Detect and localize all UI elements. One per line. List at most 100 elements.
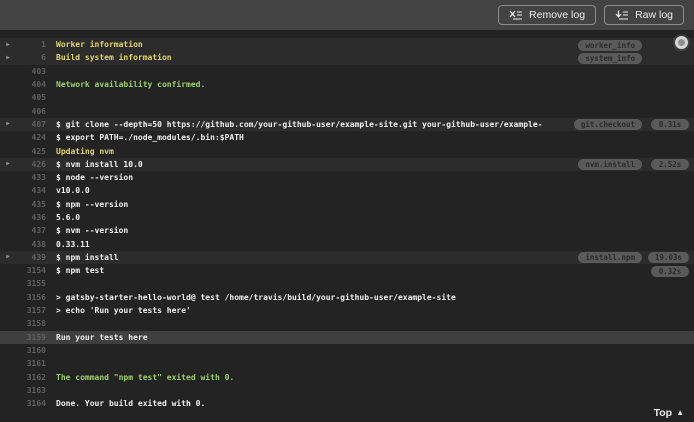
fold-toggle-icon[interactable]: ▶ — [0, 54, 16, 61]
duration-badge: 0.31s — [651, 119, 689, 131]
log-row[interactable]: 425 Updating nvm — [0, 144, 694, 157]
line-number[interactable]: 6 — [16, 53, 46, 62]
line-number[interactable]: 3163 — [16, 386, 46, 395]
fold-name-badge: install.npm — [578, 252, 642, 264]
log-row[interactable]: 437 $ nvm --version — [0, 224, 694, 237]
duration-badge: 2.52s — [651, 159, 689, 171]
line-number[interactable]: 406 — [16, 107, 46, 116]
log-row[interactable]: 406 — [0, 104, 694, 117]
log-line-text: Done. Your build exited with 0. — [56, 399, 206, 409]
log-line-text: 5.6.0 — [56, 213, 81, 222]
line-number[interactable]: 439 — [16, 253, 46, 262]
log-row[interactable]: 3159 Run your tests here — [0, 330, 694, 344]
scroll-follow-indicator[interactable] — [675, 36, 688, 49]
raw-log-label: Raw log — [635, 8, 673, 21]
log-row[interactable]: 3154 $ npm test 0.32s — [0, 264, 694, 277]
log-row[interactable]: 3162 The command "npm test" exited with … — [0, 370, 694, 383]
log-row[interactable]: 434 v10.0.0 — [0, 184, 694, 197]
log-line-text: $ npm install — [56, 252, 119, 262]
line-number[interactable]: 3157 — [16, 306, 46, 315]
log-line-text: $ nvm --version — [56, 226, 129, 236]
log-line-text: $ git clone --depth=50 https://github.co… — [56, 119, 543, 129]
log-row[interactable]: 3157 > echo 'Run your tests here' — [0, 304, 694, 317]
log-line-text: Worker information — [56, 40, 143, 50]
log-toolbar: Remove log Raw log — [0, 0, 694, 30]
log-row[interactable]: 433 $ node --version — [0, 171, 694, 184]
log-line-text: Updating nvm — [56, 146, 114, 156]
log-row[interactable]: ▶ 439 $ npm install install.npm 19.03s — [0, 250, 694, 265]
line-number[interactable]: 3158 — [16, 319, 46, 328]
fold-name-badge: git.checkout — [573, 119, 642, 131]
fold-name-badge: worker_info — [578, 39, 642, 51]
log-line-text: Network availability confirmed. — [56, 80, 206, 90]
log-line-text: The command "npm test" exited with 0. — [56, 372, 235, 382]
scroll-to-top-link[interactable]: Top ▲ — [654, 407, 684, 419]
log-row[interactable]: 438 0.33.11 — [0, 237, 694, 250]
log-rows: ▶ 1 Worker information worker_info ▶ 6 B… — [0, 38, 694, 410]
line-number[interactable]: 3164 — [16, 399, 46, 408]
log-line-text: $ nvm install 10.0 — [56, 159, 143, 169]
log-row[interactable]: 3156 > gatsby-starter-hello-world@ test … — [0, 291, 694, 304]
build-log: ▶ 1 Worker information worker_info ▶ 6 B… — [0, 30, 694, 422]
line-number[interactable]: 1 — [16, 40, 46, 49]
log-line-text: > echo 'Run your tests here' — [56, 306, 191, 316]
log-row[interactable]: 3158 — [0, 317, 694, 330]
line-number[interactable]: 438 — [16, 240, 46, 249]
fold-toggle-icon[interactable]: ▶ — [0, 161, 16, 167]
fold-toggle-icon[interactable]: ▶ — [0, 254, 16, 260]
log-line-text: $ export PATH=./node_modules/.bin:$PATH — [56, 133, 244, 143]
log-line-text: v10.0.0 — [56, 186, 90, 196]
line-number[interactable]: 435 — [16, 200, 46, 209]
remove-log-label: Remove log — [529, 8, 586, 21]
log-row[interactable]: 3160 — [0, 344, 694, 357]
line-number[interactable]: 3162 — [16, 373, 46, 382]
line-number[interactable]: 3159 — [16, 333, 46, 342]
log-row[interactable]: 404 Network availability confirmed. — [0, 78, 694, 91]
log-row[interactable]: ▶ 407 $ git clone --depth=50 https://git… — [0, 117, 694, 132]
fold-toggle-icon[interactable]: ▶ — [0, 121, 16, 127]
log-row[interactable]: 405 — [0, 91, 694, 104]
log-row[interactable]: 3163 — [0, 384, 694, 397]
line-number[interactable]: 3160 — [16, 346, 46, 355]
line-number[interactable]: 425 — [16, 147, 46, 156]
line-number[interactable]: 407 — [16, 120, 46, 129]
line-number[interactable]: 426 — [16, 160, 46, 169]
remove-log-button[interactable]: Remove log — [498, 4, 597, 26]
log-line-text: 0.33.11 — [56, 239, 90, 249]
fold-name-badge: nvm.install — [578, 159, 642, 171]
log-row[interactable]: 435 $ npm --version — [0, 198, 694, 211]
line-number[interactable]: 436 — [16, 213, 46, 222]
line-number[interactable]: 437 — [16, 226, 46, 235]
log-line-text: Run your tests here — [56, 332, 148, 342]
line-number[interactable]: 404 — [16, 80, 46, 89]
top-link-label: Top — [653, 407, 673, 419]
log-row[interactable]: ▶ 1 Worker information worker_info — [0, 38, 694, 52]
log-row[interactable]: 403 — [0, 65, 694, 78]
fold-toggle-icon[interactable]: ▶ — [0, 41, 16, 48]
log-line-text: Build system information — [56, 53, 172, 63]
log-row[interactable]: 3164 Done. Your build exited with 0. — [0, 397, 694, 410]
line-number[interactable]: 3155 — [16, 279, 46, 288]
log-row[interactable]: 436 5.6.0 — [0, 211, 694, 224]
log-row[interactable]: 3161 — [0, 357, 694, 370]
line-number[interactable]: 434 — [16, 186, 46, 195]
log-row[interactable]: ▶ 426 $ nvm install 10.0 nvm.install 2.52… — [0, 157, 694, 171]
caret-up-icon: ▲ — [676, 408, 684, 417]
duration-badge: 19.03s — [647, 252, 689, 264]
line-number[interactable]: 3154 — [16, 266, 46, 275]
line-number[interactable]: 405 — [16, 93, 46, 102]
log-row[interactable]: 424 $ export PATH=./node_modules/.bin:$P… — [0, 131, 694, 144]
log-row[interactable]: 3155 — [0, 277, 694, 290]
line-number[interactable]: 3156 — [16, 293, 46, 302]
raw-log-icon — [615, 10, 629, 20]
log-row[interactable]: ▶ 6 Build system information system_info — [0, 51, 694, 65]
raw-log-button[interactable]: Raw log — [604, 4, 684, 26]
line-number[interactable]: 424 — [16, 133, 46, 142]
line-number[interactable]: 3161 — [16, 359, 46, 368]
duration-badge: 0.32s — [651, 265, 689, 277]
remove-log-icon — [509, 10, 523, 20]
line-number[interactable]: 403 — [16, 67, 46, 76]
log-line-text: $ npm test — [56, 266, 105, 276]
log-line-text: > gatsby-starter-hello-world@ test /home… — [56, 292, 456, 302]
line-number[interactable]: 433 — [16, 173, 46, 182]
